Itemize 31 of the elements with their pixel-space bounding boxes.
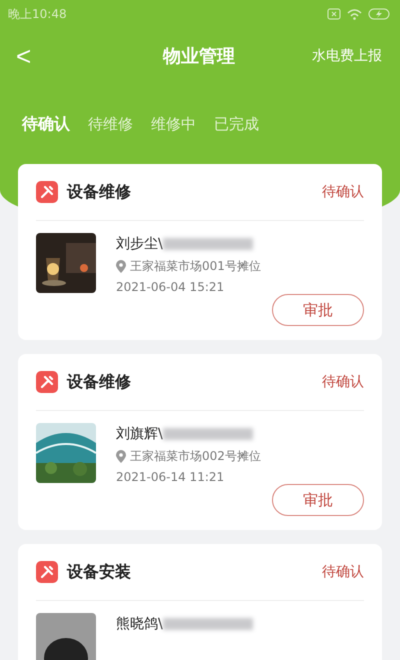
contact-name: 熊晓鸽\	[116, 615, 163, 633]
back-button[interactable]: <	[16, 43, 32, 69]
tab[interactable]: 待确认	[22, 114, 70, 134]
approve-button[interactable]: 审批	[272, 294, 364, 326]
contact-name: 刘旗辉\	[116, 425, 163, 443]
tools-icon	[36, 371, 58, 393]
card-status: 待确认	[322, 563, 364, 581]
card-status: 待确认	[322, 183, 364, 201]
card-status: 待确认	[322, 373, 364, 391]
approve-button[interactable]: 审批	[272, 484, 364, 516]
battery-charging-icon	[368, 8, 390, 20]
location-pin-icon	[116, 260, 126, 273]
timestamp: 2021-06-04 15:21	[116, 280, 226, 294]
location-pin-icon	[116, 450, 126, 463]
report-link[interactable]: 水电费上报	[312, 47, 382, 65]
notification-icon	[327, 8, 341, 20]
page-title: 物业管理	[163, 45, 235, 68]
card-type: 设备安装	[67, 562, 131, 582]
contact-name: 刘步尘\	[116, 235, 163, 253]
wifi-icon	[347, 8, 362, 20]
address: 王家福菜市场001号摊位	[130, 258, 261, 275]
tab[interactable]: 待维修	[88, 114, 133, 134]
card-type: 设备维修	[67, 182, 131, 202]
card-type: 设备维修	[67, 372, 131, 392]
address: 王家福菜市场002号摊位	[130, 448, 261, 465]
tools-icon	[36, 561, 58, 583]
tools-icon	[36, 181, 58, 203]
tab[interactable]: 已完成	[214, 114, 259, 134]
tab[interactable]: 维修中	[151, 114, 196, 134]
timestamp: 2021-06-14 11:21	[116, 470, 226, 484]
status-time: 晚上10:48	[8, 6, 67, 22]
